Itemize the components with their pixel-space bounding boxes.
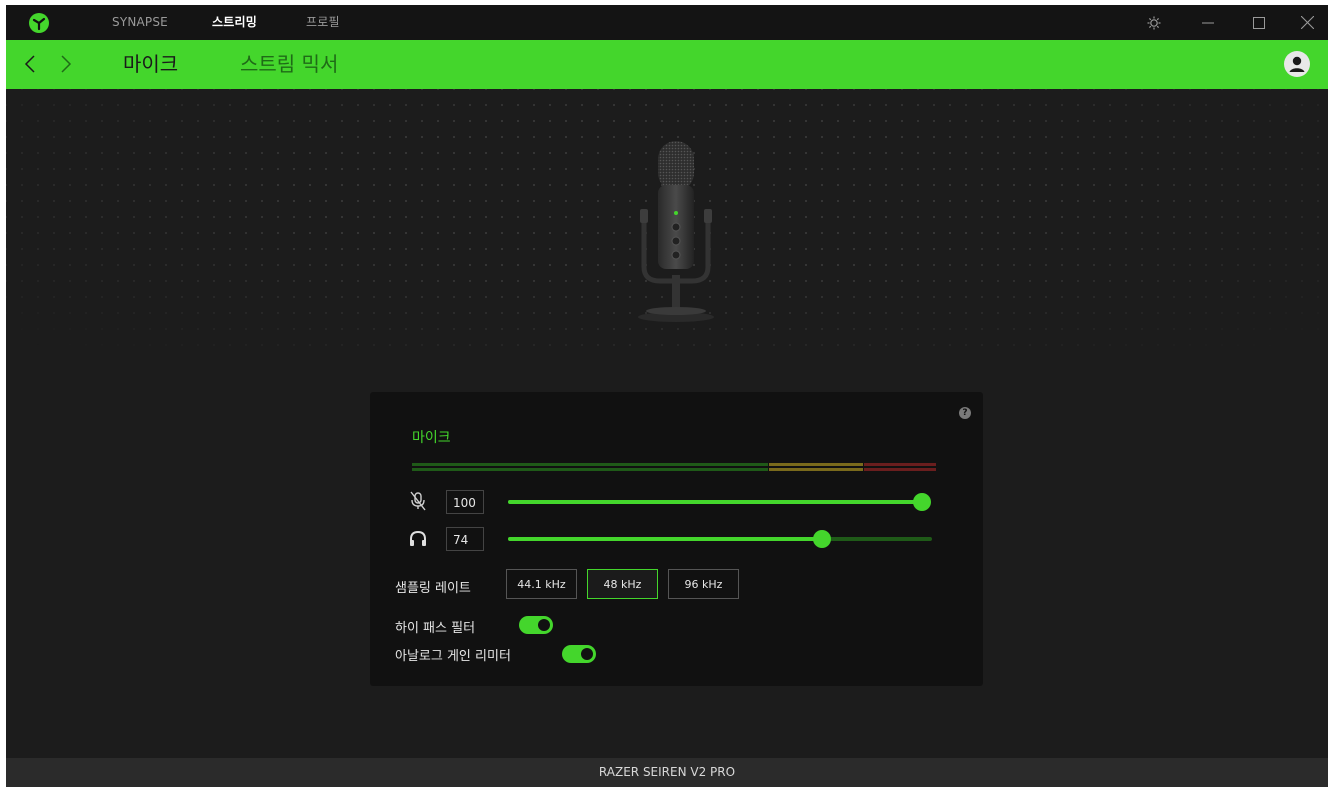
rate-option-44-1[interactable]: 44.1 kHz — [506, 569, 577, 599]
tab-synapse[interactable]: SYNAPSE — [112, 5, 168, 40]
mic-settings-panel: ? 마이크 100 74 샘플링 레이트 44.1 kHz 48 kHz 96 … — [370, 392, 983, 686]
high-pass-filter-label: 하이 패스 필터 — [395, 621, 476, 636]
high-pass-filter-toggle[interactable] — [519, 616, 553, 634]
device-name-footer: RAZER SEIREN V2 PRO — [6, 758, 1328, 787]
monitor-volume-input[interactable]: 74 — [446, 527, 484, 551]
title-bar: SYNAPSE 스트리밍 프로필 — [6, 5, 1328, 40]
tab-microphone[interactable]: 마이크 — [123, 40, 178, 89]
analog-gain-limiter-label: 아날로그 게인 리미터 — [395, 649, 511, 664]
slider-knob[interactable] — [813, 530, 831, 548]
app-window: SYNAPSE 스트리밍 프로필 마이크 스트림 믹서 ? 마이크 100 74… — [6, 5, 1328, 787]
tab-profile[interactable]: 프로필 — [306, 5, 340, 40]
maximize-icon[interactable] — [1239, 5, 1279, 40]
headphones-icon[interactable] — [407, 527, 429, 549]
monitor-volume-slider[interactable] — [508, 530, 932, 548]
slider-fill — [508, 537, 822, 541]
back-arrow-icon[interactable] — [18, 52, 42, 76]
rate-option-96[interactable]: 96 kHz — [668, 569, 739, 599]
tab-streaming[interactable]: 스트리밍 — [212, 5, 257, 40]
mic-mute-icon[interactable] — [407, 490, 429, 512]
forward-arrow-icon[interactable] — [54, 52, 78, 76]
main-area: ? 마이크 100 74 샘플링 레이트 44.1 kHz 48 kHz 96 … — [6, 89, 1328, 758]
razer-logo-icon[interactable] — [28, 12, 50, 34]
microphone-device-image — [638, 141, 714, 322]
minimize-icon[interactable] — [1188, 5, 1228, 40]
help-icon[interactable]: ? — [959, 407, 971, 419]
mic-volume-input[interactable]: 100 — [446, 490, 484, 514]
mic-volume-slider[interactable] — [508, 493, 931, 511]
slider-knob[interactable] — [913, 493, 931, 511]
panel-title: 마이크 — [412, 430, 451, 446]
sampling-rate-label: 샘플링 레이트 — [395, 581, 471, 596]
nav-bar: 마이크 스트림 믹서 — [6, 40, 1328, 89]
slider-fill — [508, 500, 922, 504]
rate-option-48[interactable]: 48 kHz — [587, 569, 658, 599]
settings-gear-icon[interactable] — [1134, 5, 1174, 40]
close-icon[interactable] — [1287, 5, 1327, 40]
avatar-icon[interactable] — [1283, 50, 1311, 78]
tab-stream-mixer[interactable]: 스트림 믹서 — [240, 40, 338, 89]
analog-gain-limiter-toggle[interactable] — [562, 645, 596, 663]
level-meter — [412, 463, 936, 472]
